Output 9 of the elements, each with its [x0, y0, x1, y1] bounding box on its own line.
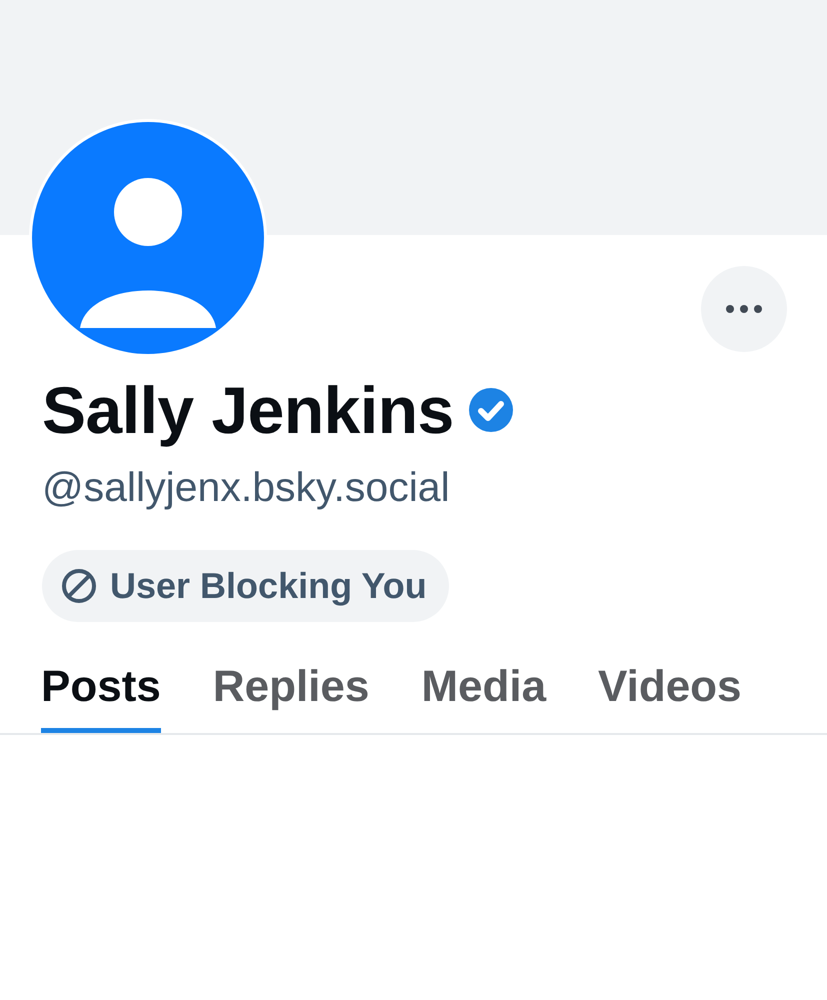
profile-name: Sally Jenkins	[42, 372, 454, 449]
profile-tab[interactable]: Media	[421, 662, 546, 733]
profile-tab[interactable]: Posts	[41, 662, 161, 733]
profile-tab[interactable]: Videos	[598, 662, 742, 733]
badge-label: User Blocking You	[110, 565, 427, 607]
ellipsis-icon	[724, 304, 764, 314]
profile-handle: @sallyjenx.bsky.social	[42, 463, 451, 512]
profile-tab[interactable]: Replies	[212, 662, 370, 733]
block-icon	[60, 567, 98, 605]
